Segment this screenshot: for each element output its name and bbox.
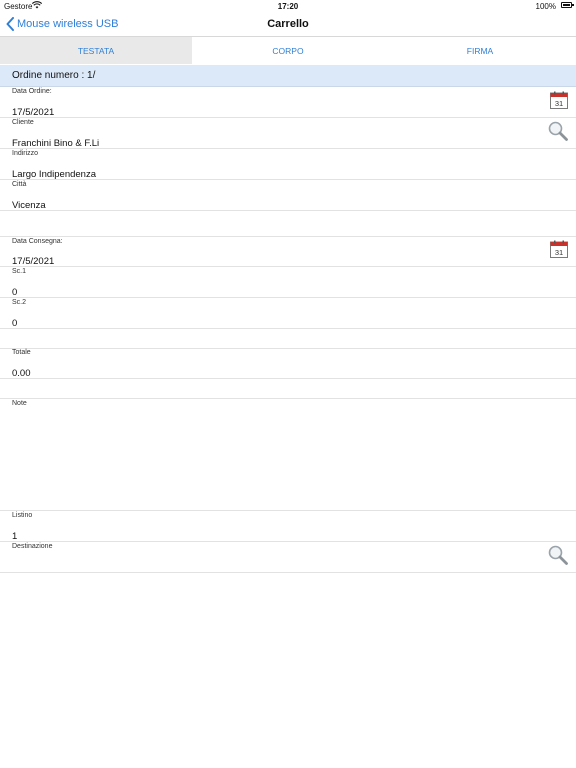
sconto1-value: 0 <box>12 287 18 298</box>
citta-value: Vicenza <box>12 200 46 211</box>
clock: 17:20 <box>277 2 299 11</box>
sconto1-label: Sc.1 <box>12 268 27 275</box>
calendar-icon[interactable]: 31 <box>550 91 568 109</box>
page-title: Carrello <box>267 18 309 30</box>
totale-field: Totale 0.00 <box>0 349 576 379</box>
sconto2-label: Sc.2 <box>12 299 27 306</box>
note-field[interactable]: Note <box>0 399 576 511</box>
search-icon[interactable] <box>548 121 568 141</box>
segmented-tabs: TESTATA CORPO FIRMA <box>0 37 576 64</box>
sconto2-field[interactable]: Sc.2 0 <box>0 298 576 329</box>
cliente-field[interactable]: Cliente Franchini Bino & F.Li <box>0 118 576 149</box>
tab-corpo[interactable]: CORPO <box>192 37 384 64</box>
navigation-bar: Mouse wireless USB Carrello <box>0 12 576 37</box>
status-bar: Gestore 17:20 100% <box>0 0 576 12</box>
data-consegna-value: 17/5/2021 <box>12 256 55 267</box>
calendar-icon[interactable]: 31 <box>550 240 568 258</box>
note-label: Note <box>12 400 27 407</box>
indirizzo-label: Indirizzo <box>12 150 39 157</box>
svg-text:31: 31 <box>555 248 563 257</box>
sconto2-value: 0 <box>12 318 18 329</box>
data-consegna-label: Data Consegna: <box>12 238 63 245</box>
empty-row <box>0 379 576 399</box>
tab-testata[interactable]: TESTATA <box>0 37 192 64</box>
tab-firma[interactable]: FIRMA <box>384 37 576 64</box>
citta-field[interactable]: Città Vicenza <box>0 180 576 211</box>
data-ordine-label: Data Ordine: <box>12 88 52 95</box>
search-icon[interactable] <box>548 545 568 565</box>
citta-label: Città <box>12 181 27 188</box>
battery-percentage: 100% <box>535 2 556 11</box>
data-consegna-field[interactable]: Data Consegna: 17/5/2021 31 <box>0 237 576 267</box>
data-ordine-value: 17/5/2021 <box>12 107 55 118</box>
indirizzo-value: Largo Indipendenza <box>12 169 96 180</box>
listino-label: Listino <box>12 512 33 519</box>
totale-value: 0.00 <box>12 368 31 379</box>
data-ordine-field[interactable]: Data Ordine: 17/5/2021 31 <box>0 87 576 118</box>
listino-field[interactable]: Listino 1 <box>0 511 576 542</box>
svg-text:31: 31 <box>555 99 563 108</box>
cliente-label: Cliente <box>12 119 34 126</box>
empty-row <box>0 211 576 237</box>
totale-label: Totale <box>12 349 31 356</box>
listino-value: 1 <box>12 531 18 542</box>
empty-row <box>0 329 576 349</box>
cliente-value: Franchini Bino & F.Li <box>12 138 100 149</box>
sconto1-field[interactable]: Sc.1 0 <box>0 267 576 298</box>
order-number-label: Ordine numero : 1/ <box>12 70 96 81</box>
indirizzo-field[interactable]: Indirizzo Largo Indipendenza <box>0 149 576 180</box>
destinazione-label: Destinazione <box>12 543 53 550</box>
order-number-header: Ordine numero : 1/ <box>0 65 576 87</box>
battery-icon <box>561 2 574 8</box>
destinazione-field[interactable]: Destinazione <box>0 542 576 573</box>
